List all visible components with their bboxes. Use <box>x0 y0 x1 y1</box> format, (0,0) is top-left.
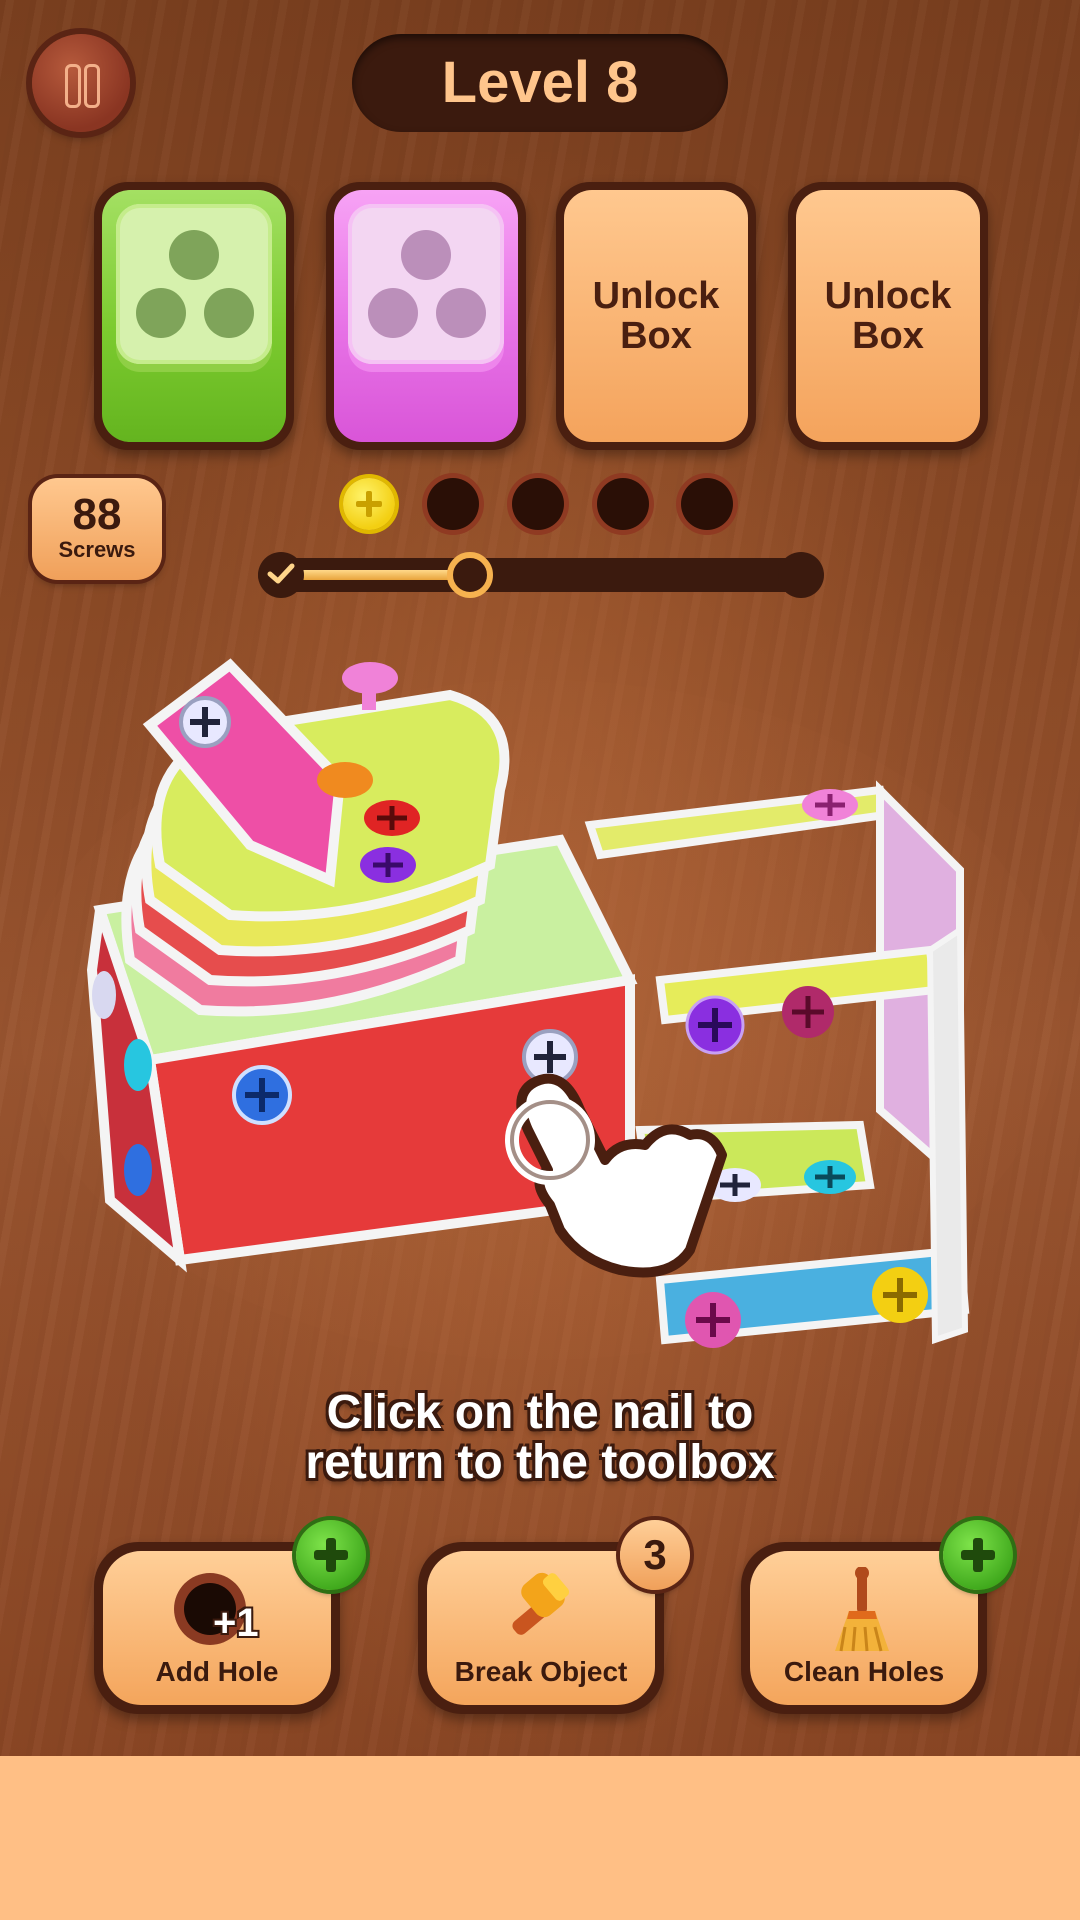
clean-holes-label: Clean Holes <box>783 1656 945 1687</box>
progress-knob <box>446 552 493 598</box>
break-object-label: Break Object <box>454 1656 628 1687</box>
box-hole <box>136 288 186 338</box>
screw-puzzle-object[interactable] <box>0 640 1080 1380</box>
hint-line-1: Click on the nail to <box>326 1386 754 1439</box>
clean-holes-plus-badge[interactable] <box>943 1520 1013 1590</box>
hammer-icon <box>512 1572 570 1635</box>
box-hole <box>169 230 219 280</box>
holding-slot-empty <box>681 478 733 530</box>
add-hole-plus-badge[interactable] <box>296 1520 366 1590</box>
add-hole-bonus: +1 <box>213 1601 259 1645</box>
hint-line-2: return to the toolbox <box>305 1436 775 1489</box>
unlock-box-button[interactable]: Unlock Box <box>556 182 756 450</box>
clean-holes-button[interactable]: Clean Holes <box>741 1520 1013 1714</box>
box-hole <box>401 230 451 280</box>
progress-start-marker <box>258 552 304 598</box>
box-hole <box>436 288 486 338</box>
holding-slot-empty <box>427 478 479 530</box>
box-hole <box>368 288 418 338</box>
check-icon <box>267 563 295 584</box>
screw-box-green[interactable] <box>94 182 294 450</box>
broom-icon <box>835 1567 889 1652</box>
holding-slot-empty <box>512 478 564 530</box>
tutorial-hint: Click on the nail to return to the toolb… <box>0 1388 1080 1488</box>
level-progress-bar <box>258 552 824 598</box>
pause-button[interactable] <box>32 34 130 132</box>
break-object-count-badge: 3 <box>620 1520 690 1590</box>
add-hole-button[interactable]: +1 Add Hole <box>94 1520 366 1714</box>
progress-end-marker <box>778 552 824 598</box>
holding-slot-filled[interactable] <box>343 478 395 530</box>
screws-count: 88 <box>72 490 122 539</box>
screws-counter: 88 Screws <box>32 478 162 580</box>
box-hole <box>204 288 254 338</box>
break-object-button[interactable]: Break Object 3 <box>418 1520 690 1714</box>
unlock-box-label: Unlock Box <box>592 275 720 357</box>
bottom-panel <box>0 1756 1080 1920</box>
stacked-plates[interactable] <box>121 658 510 1017</box>
progress-fill <box>276 570 470 580</box>
holding-slot-empty <box>597 478 649 530</box>
game-board: Level 8 Unlock Box Unlock Box 88 Screws … <box>0 0 1080 1756</box>
screws-label: Screws <box>58 537 136 562</box>
add-hole-label: Add Hole <box>155 1656 279 1687</box>
level-title: Level 8 <box>352 34 728 132</box>
unlock-box-button[interactable]: Unlock Box <box>788 182 988 450</box>
screw-box-pink[interactable] <box>326 182 526 450</box>
unlock-box-label: Unlock Box <box>824 275 952 357</box>
